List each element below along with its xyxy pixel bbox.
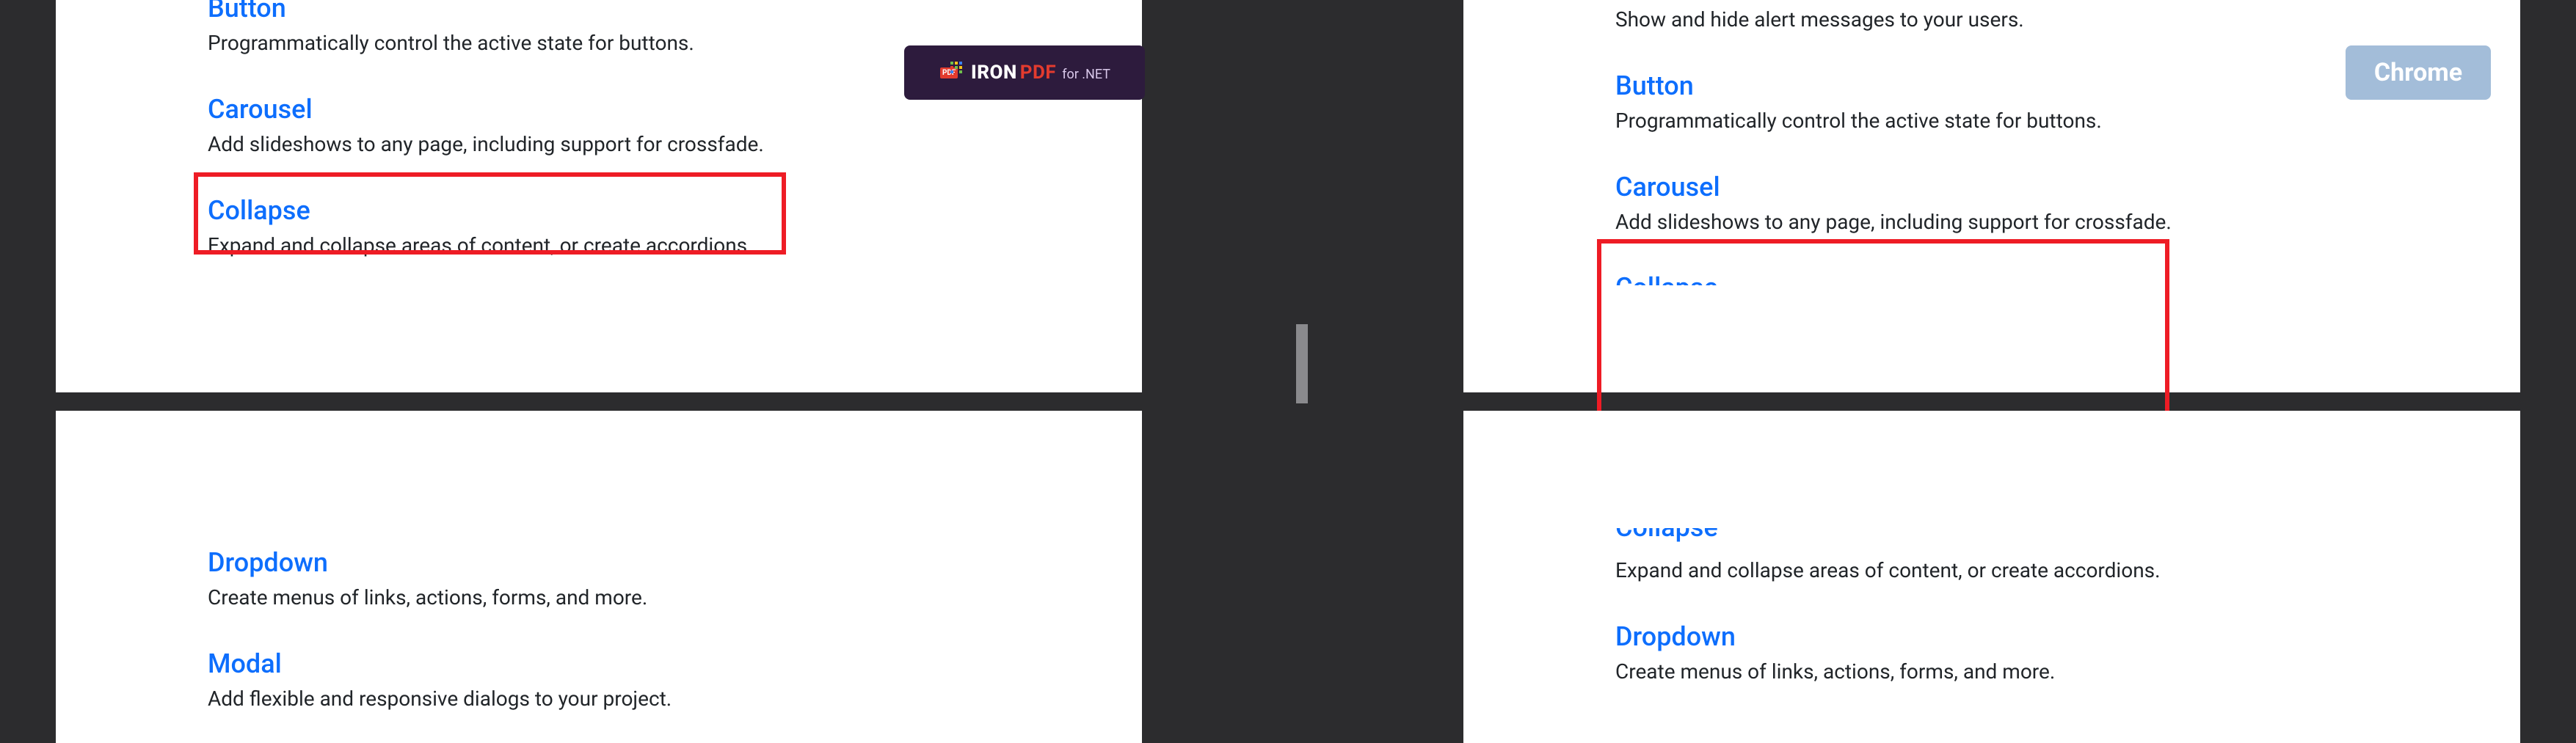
left-bottom-content: Dropdown Create menus of links, actions,… — [208, 547, 672, 714]
ironpdf-badge[interactable]: PDF IRONPDF for .NET — [904, 45, 1145, 100]
comparison-stage: Button Programmatically control the acti… — [0, 0, 2576, 743]
component-entry-dropdown: Dropdown Create menus of links, actions,… — [1615, 621, 2161, 687]
component-entry-button: Button Programmatically control the acti… — [1615, 70, 2172, 136]
pane-right-bottom: Collapse Expand and collapse areas of co… — [1463, 411, 2520, 743]
component-title[interactable]: Collapse — [208, 195, 764, 227]
chrome-badge[interactable]: Chrome — [2346, 45, 2491, 100]
chrome-badge-label: Chrome — [2374, 58, 2462, 87]
component-description: Create menus of links, actions, forms, a… — [1615, 657, 2161, 687]
left-top-content: Button Programmatically control the acti… — [208, 0, 764, 260]
pane-left-top: Button Programmatically control the acti… — [56, 0, 1142, 392]
component-entry-carousel: Carousel Add slideshows to any page, inc… — [208, 94, 764, 160]
right-top-content: Alert Show and hide alert messages to yo… — [1615, 0, 2172, 290]
component-description: Add slideshows to any page, including su… — [208, 130, 764, 160]
component-entry-collapse: Collapse Expand and collapse areas of co… — [208, 195, 764, 261]
right-bottom-content: Collapse Expand and collapse areas of co… — [1615, 528, 2161, 687]
ironpdf-text: IRONPDF for .NET — [971, 62, 1110, 84]
ironpdf-dots-icon — [950, 62, 962, 73]
component-entry-modal: Modal Add flexible and responsive dialog… — [208, 648, 672, 714]
component-title[interactable]: Button — [1615, 70, 2172, 102]
component-title[interactable]: Carousel — [1615, 172, 2172, 203]
component-title[interactable]: Alert — [1615, 0, 2172, 1]
component-title[interactable]: Carousel — [208, 94, 764, 125]
ironpdf-pdf: PDF — [1020, 62, 1056, 84]
component-title-clipped[interactable]: Collapse — [1615, 272, 2172, 285]
component-description: Programmatically control the active stat… — [1615, 106, 2172, 136]
component-entry-carousel: Carousel Add slideshows to any page, inc… — [1615, 172, 2172, 238]
component-description: Expand and collapse areas of content, or… — [1615, 556, 2161, 586]
component-description: Expand and collapse areas of content, or… — [208, 231, 764, 261]
component-title[interactable]: Dropdown — [208, 547, 672, 579]
component-description: Programmatically control the active stat… — [208, 29, 764, 59]
component-entry-alert: Alert Show and hide alert messages to yo… — [1615, 0, 2172, 35]
component-title[interactable]: Modal — [208, 648, 672, 680]
component-entry-collapse: Collapse Expand and collapse areas of co… — [1615, 528, 2161, 586]
ironpdf-icon: PDF — [939, 60, 964, 85]
component-description: Show and hide alert messages to your use… — [1615, 5, 2172, 35]
component-description: Add flexible and responsive dialogs to y… — [208, 684, 672, 714]
pane-right-top: Alert Show and hide alert messages to yo… — [1463, 0, 2520, 392]
component-title[interactable]: Dropdown — [1615, 621, 2161, 653]
component-entry-button: Button Programmatically control the acti… — [208, 0, 764, 59]
splitter-handle[interactable] — [1296, 324, 1308, 403]
component-description: Add slideshows to any page, including su… — [1615, 208, 2172, 238]
component-entry-collapse-partial: Collapse — [1615, 272, 2172, 285]
component-title-clipped-bottom[interactable]: Collapse — [1615, 528, 2161, 552]
component-description: Create menus of links, actions, forms, a… — [208, 583, 672, 613]
component-title[interactable]: Button — [208, 0, 764, 24]
pane-left-bottom: Dropdown Create menus of links, actions,… — [56, 411, 1142, 743]
ironpdf-for-net: for .NET — [1062, 67, 1110, 82]
component-entry-dropdown: Dropdown Create menus of links, actions,… — [208, 547, 672, 613]
ironpdf-iron: IRON — [971, 62, 1017, 84]
